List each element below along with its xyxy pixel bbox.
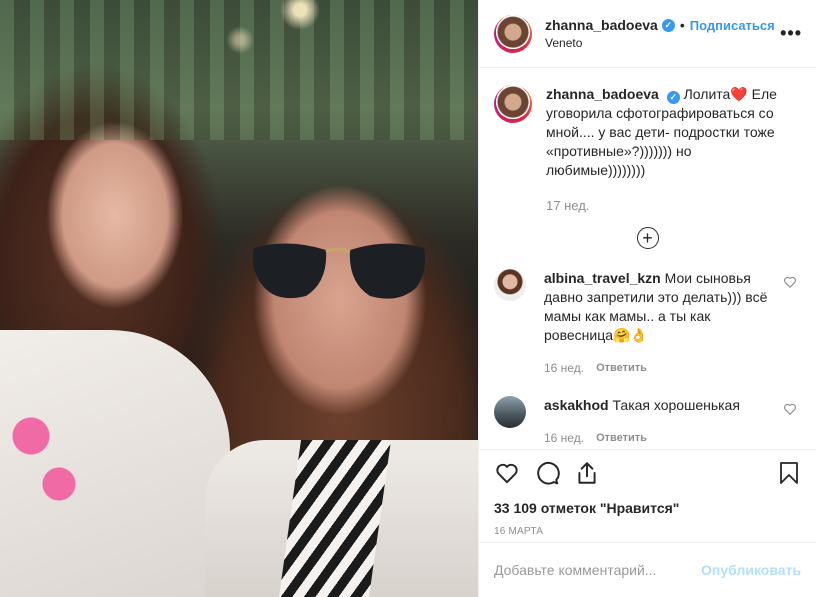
author-info: zhanna_badoeva ✓ • Подписаться Veneto — [545, 17, 780, 50]
add-comment-bar: Опубликовать — [479, 542, 816, 597]
publish-button[interactable]: Опубликовать — [701, 562, 801, 578]
background-plants — [0, 0, 478, 140]
comment-like-heart-icon[interactable] — [783, 275, 797, 289]
comment-like-heart-icon[interactable] — [783, 402, 797, 416]
photo-pink-print — [10, 400, 80, 520]
verified-icon: ✓ — [661, 18, 675, 32]
post-header: zhanna_badoeva ✓ • Подписаться Veneto ••… — [479, 0, 816, 68]
caption-time[interactable]: 17 нед. — [546, 196, 589, 215]
verified-icon: ✓ — [666, 91, 680, 104]
photo-sunglasses — [252, 243, 425, 299]
follow-button[interactable]: Подписаться — [690, 18, 775, 33]
author-username[interactable]: zhanna_badoeva — [545, 17, 658, 33]
comment-input[interactable] — [494, 562, 702, 578]
commenter-avatar[interactable] — [494, 396, 526, 428]
caption-avatar[interactable] — [494, 85, 532, 123]
post-date[interactable]: 16 марта — [494, 526, 801, 537]
reply-button[interactable]: Ответить — [596, 429, 647, 448]
post-location[interactable]: Veneto — [545, 36, 780, 50]
post-photo[interactable] — [0, 0, 478, 597]
comment-time[interactable]: 16 нед. — [544, 359, 584, 378]
plus-circle-icon[interactable]: + — [636, 227, 659, 249]
commenter-avatar[interactable] — [494, 269, 526, 301]
comment-item: albina_travel_kzn Мои сыновья давно запр… — [494, 269, 801, 378]
post-side-panel: zhanna_badoeva ✓ • Подписаться Veneto ••… — [478, 0, 816, 597]
like-heart-icon[interactable] — [494, 460, 520, 486]
likes-count[interactable]: 33 109 отметок "Нравится" — [494, 500, 801, 516]
author-avatar[interactable] — [494, 14, 532, 53]
comment-username[interactable]: albina_travel_kzn — [544, 270, 661, 286]
share-icon[interactable] — [574, 460, 600, 486]
comment-time[interactable]: 16 нед. — [544, 429, 584, 448]
comment-text: Такая хорошенькая — [612, 397, 740, 413]
more-options-icon[interactable]: ••• — [780, 23, 802, 44]
comment-icon[interactable] — [534, 460, 560, 486]
comment-item: askakhod Такая хорошенькая 16 нед. Ответ… — [494, 396, 801, 448]
load-more-comments[interactable]: + — [494, 227, 801, 249]
comment-username[interactable]: askakhod — [544, 397, 609, 413]
reply-button[interactable]: Ответить — [596, 359, 647, 378]
bookmark-icon[interactable] — [777, 460, 801, 486]
comments-list: zhanna_badoeva ✓ Лолита❤️ Еле уговорила … — [479, 69, 816, 449]
post-caption: zhanna_badoeva ✓ Лолита❤️ Еле уговорила … — [494, 85, 801, 215]
post-actions: 33 109 отметок "Нравится" 16 марта — [479, 449, 816, 537]
separator-dot: • — [679, 17, 685, 33]
caption-username[interactable]: zhanna_badoeva — [546, 86, 659, 102]
